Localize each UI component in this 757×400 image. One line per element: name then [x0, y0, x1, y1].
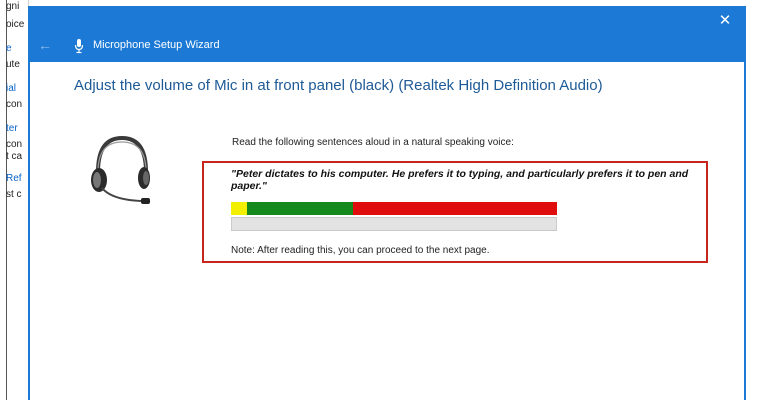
reading-panel: "Peter dictates to his computer. He pref… [202, 161, 708, 263]
background-text-line: gni [6, 1, 20, 12]
background-text-line: oice [6, 19, 25, 30]
title-bar: ✕ ← Microphone Setup Wizard [30, 6, 744, 62]
sample-sentence: "Peter dictates to his computer. He pref… [231, 168, 689, 192]
background-link-line[interactable]: ter [6, 124, 18, 134]
close-icon: ✕ [718, 12, 732, 29]
background-text-line: st c [6, 189, 22, 200]
background-link-line[interactable]: ial [6, 84, 16, 94]
background-link-line[interactable]: e [6, 44, 12, 54]
instruction-text: Read the following sentences aloud in a … [232, 137, 514, 148]
background-text-line: con [6, 99, 23, 110]
meter-optimal-segment [247, 202, 353, 215]
microphone-icon [74, 39, 84, 54]
input-level-bar [231, 217, 557, 231]
close-button[interactable]: ✕ [714, 10, 736, 32]
back-arrow-icon: ← [38, 37, 52, 53]
background-link-line[interactable]: Ref [6, 174, 22, 184]
volume-level-meter [231, 202, 557, 215]
note-text: Note: After reading this, you can procee… [231, 245, 490, 256]
background-text-line: ute [6, 59, 20, 70]
microphone-setup-wizard-window: ✕ ← Microphone Setup Wizard Adjust the v… [28, 6, 746, 400]
meter-low-segment [231, 202, 247, 215]
background-text-line: con [6, 139, 23, 150]
page-heading: Adjust the volume of Mic in at front pan… [74, 77, 603, 94]
background-text-line: t ca [6, 151, 23, 162]
meter-high-segment [353, 202, 557, 215]
back-button[interactable]: ← [38, 36, 56, 54]
background-window: gni oice e ute ial con ter con t ca Ref … [0, 0, 29, 400]
wizard-title: Microphone Setup Wizard [93, 39, 220, 51]
headset-icon [91, 135, 150, 204]
